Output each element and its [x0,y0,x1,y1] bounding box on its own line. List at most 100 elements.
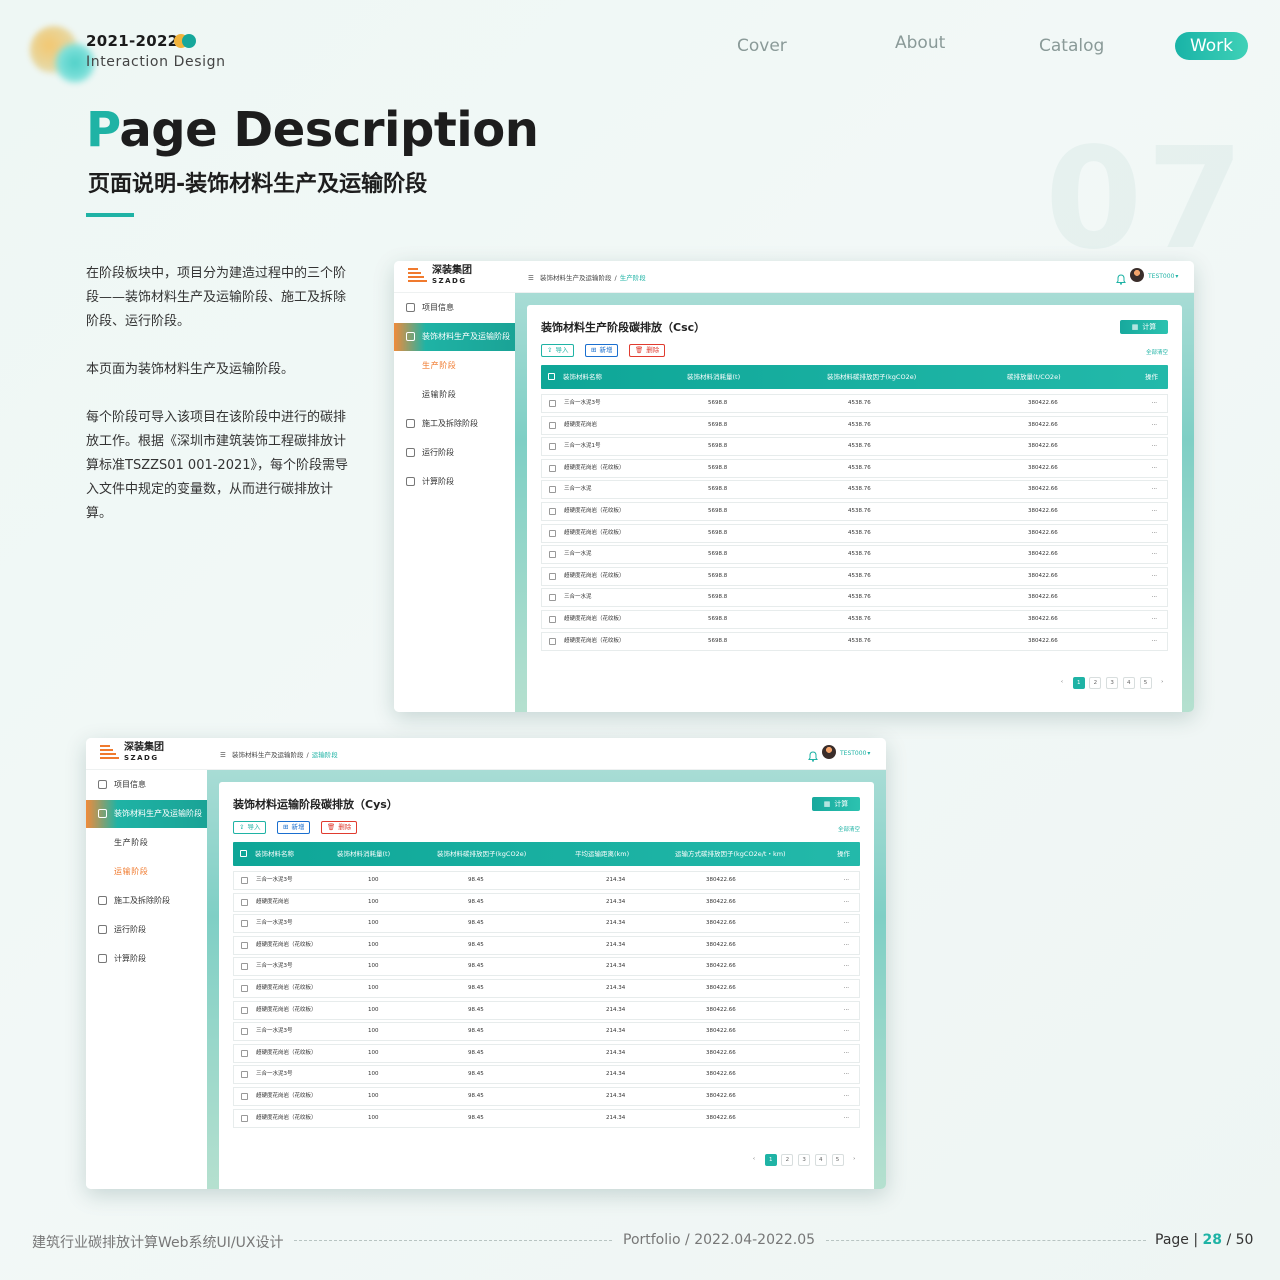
bell-icon[interactable] [808,747,818,762]
row-more-icon[interactable]: ··· [844,1066,849,1083]
row-checkbox[interactable] [549,421,556,429]
sidebar-item-material-stage[interactable]: 装饰材料生产及运输阶段 [86,800,207,828]
row-more-icon[interactable]: ··· [844,872,849,889]
import-button[interactable]: ⇪ 导入 [233,821,267,834]
row-more-icon[interactable]: ··· [1152,589,1157,606]
row-more-icon[interactable]: ··· [1152,460,1157,477]
menu-fold-icon[interactable]: ☰ [220,751,228,759]
row-checkbox[interactable] [241,1114,248,1122]
table-row[interactable]: 三合一水泥 5698.8 4538.76 380422.66 ··· [541,588,1168,608]
add-button[interactable]: ⊞ 新增 [277,821,311,834]
row-more-icon[interactable]: ··· [844,1002,849,1019]
row-checkbox[interactable] [241,963,248,971]
table-row[interactable]: 三合一水泥3号 100 98.45 214.34 380422.66 ··· [233,957,860,977]
select-all-checkbox[interactable] [548,373,555,380]
table-row[interactable]: 超硬度花岗岩（花纹板） 5698.8 4538.76 380422.66 ··· [541,502,1168,521]
sidebar-item-project-info[interactable]: 项目信息 [394,294,515,322]
row-more-icon[interactable]: ··· [1152,525,1157,542]
breadcrumb-parent[interactable]: 装饰材料生产及运输阶段 [232,751,304,759]
row-checkbox[interactable] [549,508,556,515]
delete-button[interactable]: 🗑 删除 [629,344,666,357]
row-checkbox[interactable] [549,400,556,407]
table-row[interactable]: 超硬度花岗岩（花纹板） 5698.8 4538.76 380422.66 ··· [541,458,1168,478]
sidebar-item-construction[interactable]: 施工及拆除阶段 [86,887,207,915]
row-more-icon[interactable]: ··· [844,937,849,954]
table-row[interactable]: 三合一水泥3号 100 98.45 214.34 380422.66 ··· [233,1022,860,1042]
page-button[interactable]: 2 [1089,677,1102,689]
table-row[interactable]: 超硬度花岗岩（花纹板） 100 98.45 214.34 380422.66 ··· [233,979,860,998]
table-row[interactable]: 超硬度花岗岩（花纹板） 100 98.45 214.34 380422.66 ··· [233,1087,860,1106]
calculate-button[interactable]: ▦ 计算 [1120,320,1168,334]
row-checkbox[interactable] [241,1006,248,1014]
row-more-icon[interactable]: ··· [844,915,849,932]
page-button[interactable]: 3 [798,1154,811,1166]
row-more-icon[interactable]: ··· [844,1045,849,1062]
row-more-icon[interactable]: ··· [1152,633,1157,650]
row-checkbox[interactable] [241,1071,248,1079]
row-more-icon[interactable]: ··· [1152,481,1157,498]
sidebar-item-construction[interactable]: 施工及拆除阶段 [394,410,515,438]
sidebar-item-operation[interactable]: 运行阶段 [86,916,207,944]
table-row[interactable]: 三合一水泥3号 100 98.45 214.34 380422.66 ··· [233,914,860,934]
table-row[interactable]: 三合一水泥1号 5698.8 4538.76 380422.66 ··· [541,437,1168,457]
page-button[interactable]: 5 [1139,677,1152,689]
row-checkbox[interactable] [549,594,556,602]
page-prev-button[interactable]: ‹ [1056,677,1068,689]
table-row[interactable]: 三合一水泥 5698.8 4538.76 380422.66 ··· [541,545,1168,565]
table-row[interactable]: 超硬度花岗岩（花纹板） 100 98.45 214.34 380422.66 ··· [233,1043,860,1063]
row-more-icon[interactable]: ··· [1152,611,1157,628]
nav-cover[interactable]: Cover [737,36,787,56]
row-checkbox[interactable] [241,1093,248,1100]
page-next-button[interactable]: › [1156,677,1169,689]
row-more-icon[interactable]: ··· [1152,438,1157,455]
import-button[interactable]: ⇪ 导入 [541,344,575,357]
row-more-icon[interactable]: ··· [1152,568,1157,585]
row-more-icon[interactable]: ··· [844,980,849,997]
page-next-button[interactable]: › [848,1154,861,1166]
clear-all-link[interactable]: 全部清空 [838,825,860,833]
page-button[interactable]: 4 [814,1154,827,1166]
page-button[interactable]: 2 [781,1154,794,1166]
nav-work-active[interactable]: Work [1175,32,1248,60]
sidebar-item-production[interactable]: 生产阶段 [86,829,207,857]
row-more-icon[interactable]: ··· [844,1088,849,1105]
table-row[interactable]: 超硬度花岗岩（花纹板） 5698.8 4538.76 380422.66 ··· [541,566,1168,586]
sidebar-item-transport[interactable]: 运输阶段 [394,381,515,409]
row-checkbox[interactable] [241,941,248,949]
row-checkbox[interactable] [549,616,556,623]
nav-about[interactable]: About [895,33,945,53]
row-more-icon[interactable]: ··· [1152,503,1157,520]
sidebar-item-production[interactable]: 生产阶段 [394,352,515,380]
user-name-dropdown[interactable]: TEST000▾ [1148,273,1178,280]
calculate-button[interactable]: ▦ 计算 [812,797,860,811]
select-all-checkbox[interactable] [240,850,247,857]
row-checkbox[interactable] [241,1028,248,1036]
row-checkbox[interactable] [241,1049,248,1057]
table-row[interactable]: 超硬度花岗岩（花纹板） 5698.8 4538.76 380422.66 ··· [541,610,1168,629]
bell-icon[interactable] [1116,270,1126,285]
page-button[interactable]: 4 [1122,677,1135,689]
row-checkbox[interactable] [549,443,556,451]
sidebar-item-material-stage[interactable]: 装饰材料生产及运输阶段 [394,323,515,351]
table-row[interactable]: 超硬度花岗岩 100 98.45 214.34 380422.66 ··· [233,892,860,912]
add-button[interactable]: ⊞ 新增 [585,344,619,357]
row-more-icon[interactable]: ··· [844,1023,849,1040]
row-checkbox[interactable] [241,877,248,884]
row-checkbox[interactable] [549,486,556,494]
sidebar-item-transport[interactable]: 运输阶段 [86,858,207,886]
sidebar-item-calculation[interactable]: 计算阶段 [86,945,207,973]
clear-all-link[interactable]: 全部清空 [1146,348,1168,356]
menu-fold-icon[interactable]: ☰ [528,274,536,282]
table-row[interactable]: 三合一水泥3号 100 98.45 214.34 380422.66 ··· [233,871,860,890]
table-row[interactable]: 三合一水泥3号 100 98.45 214.34 380422.66 ··· [233,1065,860,1085]
user-avatar[interactable] [1130,268,1144,282]
table-row[interactable]: 超硬度花岗岩（花纹板） 5698.8 4538.76 380422.66 ··· [541,523,1168,543]
user-avatar[interactable] [822,745,836,759]
sidebar-item-calculation[interactable]: 计算阶段 [394,468,515,496]
sidebar-item-project-info[interactable]: 项目信息 [86,771,207,799]
breadcrumb-parent[interactable]: 装饰材料生产及运输阶段 [540,274,612,282]
row-checkbox[interactable] [549,551,556,559]
row-more-icon[interactable]: ··· [844,894,849,911]
nav-catalog[interactable]: Catalog [1039,36,1104,56]
row-more-icon[interactable]: ··· [1152,546,1157,563]
